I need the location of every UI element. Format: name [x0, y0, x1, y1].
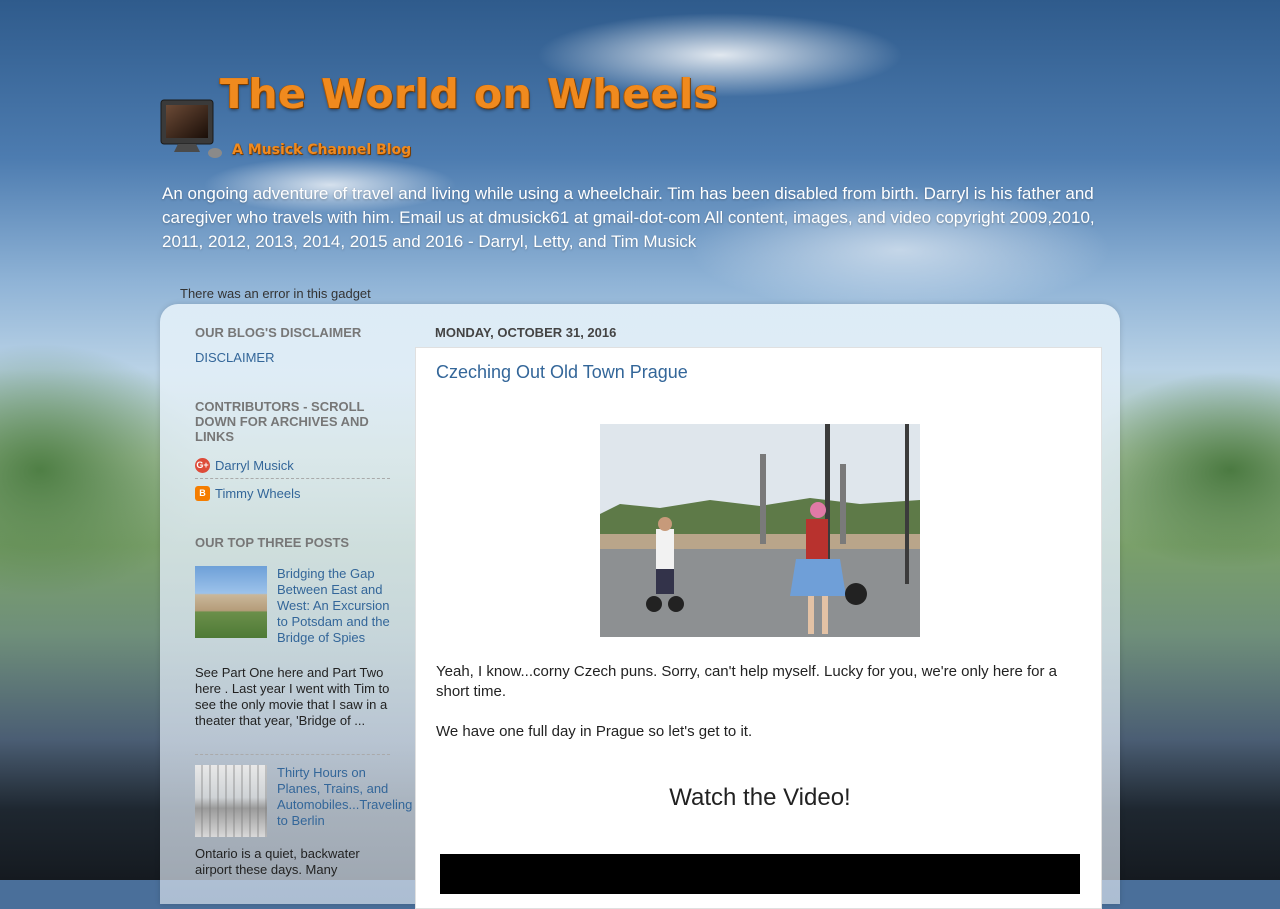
blog-description: An ongoing adventure of travel and livin…: [162, 184, 1095, 251]
photo-illustration: [600, 424, 920, 637]
post-title-link[interactable]: Czeching Out Old Town Prague: [436, 362, 688, 382]
post-photo-segway-riders[interactable]: [600, 424, 920, 637]
disclaimer-widget-title: OUR BLOG'S DISCLAIMER: [195, 325, 362, 340]
post-thumbnail[interactable]: [195, 765, 267, 837]
top-post-snippet: See Part One here and Part Two here . La…: [195, 665, 390, 728]
blog-header-logo[interactable]: The World on Wheels A Musick Channel Blo…: [160, 70, 718, 170]
post-paragraph: Yeah, I know...corny Czech puns. Sorry, …: [436, 663, 1058, 700]
top-posts-widget-title: OUR TOP THREE POSTS: [195, 535, 350, 550]
post-thumbnail[interactable]: [195, 566, 267, 638]
blog-title[interactable]: The World on Wheels: [220, 70, 719, 118]
post-date-header: MONDAY, OCTOBER 31, 2016: [435, 325, 617, 340]
blog-subtitle: A Musick Channel Blog: [232, 142, 412, 158]
google-plus-icon: G+: [195, 457, 210, 473]
post-title[interactable]: Czeching Out Old Town Prague: [436, 362, 688, 383]
contributor-link[interactable]: Darryl Musick: [215, 458, 294, 473]
video-player[interactable]: [440, 854, 1080, 894]
top-post-link[interactable]: Bridging the Gap Between East and West: …: [277, 566, 390, 646]
gadget-error-message: There was an error in this gadget: [180, 286, 371, 301]
disclaimer-link[interactable]: DISCLAIMER: [195, 350, 274, 365]
contributor-item[interactable]: G+ Darryl Musick: [195, 452, 390, 479]
page: The World on Wheels A Musick Channel Blo…: [0, 0, 1280, 909]
post-paragraph: We have one full day in Prague so let's …: [436, 723, 753, 740]
contributor-item[interactable]: B Timmy Wheels: [195, 480, 390, 506]
tv-icon: [160, 99, 222, 158]
blogger-icon: B: [195, 485, 210, 501]
top-post-link[interactable]: Thirty Hours on Planes, Trains, and Auto…: [277, 765, 412, 829]
video-heading: Watch the Video!: [669, 784, 851, 811]
contributors-widget-title: CONTRIBUTORS - SCROLL DOWN FOR ARCHIVES …: [195, 399, 369, 444]
contributor-link[interactable]: Timmy Wheels: [215, 486, 300, 501]
top-post-snippet: Ontario is a quiet, backwater airport th…: [195, 846, 360, 877]
top-posts-divider: [195, 754, 390, 755]
